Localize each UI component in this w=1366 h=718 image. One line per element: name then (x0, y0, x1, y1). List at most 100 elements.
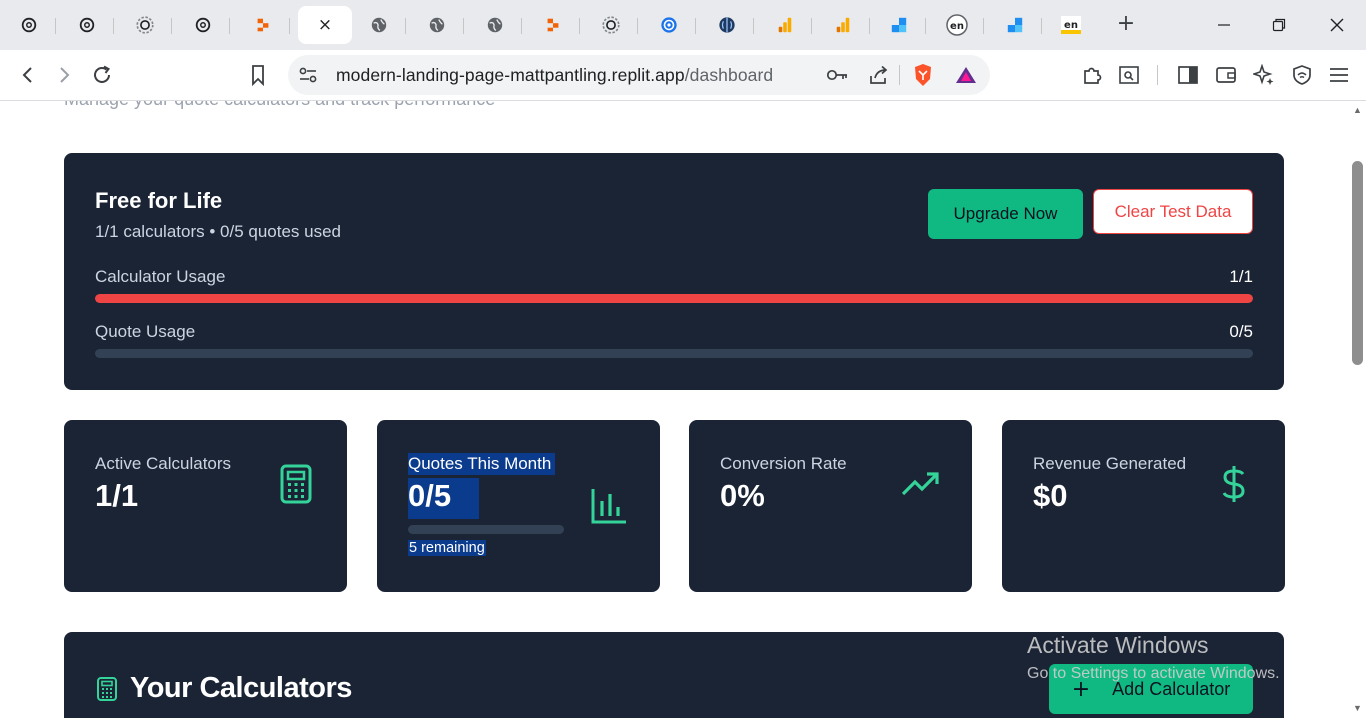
hamburger-menu-icon (1330, 68, 1348, 82)
back-arrow-icon (22, 67, 32, 83)
stat-value: 0/5 (408, 478, 480, 519)
globe-icon (487, 17, 503, 33)
browser-tab[interactable] (2, 6, 56, 44)
forward-arrow-icon (60, 67, 70, 83)
key-icon[interactable] (826, 66, 850, 84)
browser-tab-active[interactable]: × (298, 6, 352, 44)
quote-usage-value: 0/5 (1229, 322, 1253, 341)
globe-icon (371, 17, 387, 33)
openai-loading-icon (602, 16, 620, 34)
stat-label: Revenue Generated (1033, 454, 1187, 473)
svg-text:en: en (950, 21, 964, 32)
stat-card-revenue-generated: Revenue Generated $0 (1002, 420, 1285, 592)
browser-tab[interactable] (584, 6, 638, 44)
scrollbar-thumb[interactable] (1352, 161, 1363, 365)
scroll-up-arrow[interactable]: ▲ (1353, 105, 1362, 115)
plus-icon: + (1071, 676, 1091, 702)
sidebar-button[interactable] (1175, 62, 1201, 88)
blue-swirl-icon (661, 17, 677, 33)
browser-tab-strip: × en en + (0, 0, 1366, 50)
replit-icon (547, 18, 559, 32)
stat-label: Active Calculators (95, 454, 232, 473)
stat-label: Conversion Rate (720, 454, 847, 473)
bar-chart-icon (591, 489, 626, 524)
browser-tab[interactable] (758, 6, 812, 44)
back-button[interactable] (15, 62, 41, 88)
globe-icon (429, 17, 445, 33)
url-host: modern-landing-page-mattpantling.replit.… (336, 65, 685, 85)
browser-tab[interactable] (176, 6, 230, 44)
restore-icon (1272, 18, 1286, 32)
reload-icon (94, 65, 110, 83)
close-window-button[interactable] (1319, 10, 1355, 40)
analytics-icon (778, 17, 792, 33)
stat-value: 1/1 (95, 478, 139, 513)
add-calculator-button[interactable]: + Add Calculator (1049, 664, 1253, 714)
brave-shields-icon[interactable] (912, 63, 934, 87)
browser-tab[interactable] (468, 6, 522, 44)
stat-card-active-calculators: Active Calculators 1/1 (64, 420, 347, 592)
browser-tab[interactable] (816, 6, 870, 44)
reading-list-button[interactable] (1116, 62, 1142, 88)
puzzle-icon (1084, 67, 1102, 84)
sidebar-icon (1178, 66, 1198, 84)
menu-button[interactable] (1326, 62, 1352, 88)
replit-icon (257, 18, 269, 32)
quote-usage-bar (95, 349, 1253, 358)
add-calculator-label: Add Calculator (1112, 678, 1231, 699)
minimize-icon (1218, 24, 1230, 26)
clear-test-data-button[interactable]: Clear Test Data (1093, 189, 1253, 234)
page-subtitle: Manage your quote calculators and track … (64, 101, 495, 110)
svg-text:en: en (1064, 20, 1078, 31)
en-icon: en (946, 14, 968, 36)
vpn-button[interactable] (1289, 62, 1315, 88)
restore-button[interactable] (1261, 10, 1297, 40)
browser-tab[interactable] (236, 6, 290, 44)
browser-tab[interactable] (410, 6, 464, 44)
browser-tab[interactable] (988, 6, 1042, 44)
section-title: Your Calculators (130, 672, 352, 704)
site-settings-icon[interactable] (298, 66, 318, 84)
calculators-section: Your Calculators + Add Calculator (64, 632, 1284, 718)
quotes-progress-bar (408, 525, 564, 534)
bookmark-button[interactable] (245, 62, 271, 88)
brave-rewards-icon[interactable] (954, 65, 978, 85)
openai-icon (21, 17, 37, 33)
pixel-icon (891, 17, 907, 33)
browser-tab[interactable] (352, 6, 406, 44)
openai-icon (79, 17, 95, 33)
close-icon[interactable]: × (318, 16, 332, 34)
browser-tab[interactable]: en (1044, 6, 1098, 44)
dashboard-page: Manage your quote calculators and track … (0, 101, 1350, 718)
calculator-icon (97, 677, 117, 701)
leo-ai-button[interactable] (1251, 62, 1277, 88)
upgrade-now-button[interactable]: Upgrade Now (928, 189, 1083, 239)
browser-tab[interactable]: en (930, 6, 984, 44)
address-bar[interactable]: modern-landing-page-mattpantling.replit.… (288, 55, 990, 95)
plan-summary: 1/1 calculators • 0/5 quotes used (95, 222, 341, 241)
quote-usage-label: Quote Usage (95, 322, 196, 341)
browser-tab[interactable] (872, 6, 926, 44)
reader-icon (1119, 66, 1139, 84)
reload-button[interactable] (89, 62, 115, 88)
url-text[interactable]: modern-landing-page-mattpantling.replit.… (336, 65, 773, 86)
browser-tab[interactable] (60, 6, 114, 44)
scroll-down-arrow[interactable]: ▼ (1353, 703, 1362, 713)
page-scrollbar[interactable]: ▲ ▼ (1350, 101, 1366, 718)
browser-tab[interactable] (700, 6, 754, 44)
extensions-button[interactable] (1079, 62, 1105, 88)
plan-title: Free for Life (95, 188, 223, 213)
wallet-button[interactable] (1213, 62, 1239, 88)
forward-button[interactable] (51, 62, 77, 88)
browser-toolbar: modern-landing-page-mattpantling.replit.… (0, 50, 1366, 101)
minimize-button[interactable] (1206, 10, 1242, 40)
browser-tab[interactable] (526, 6, 580, 44)
share-icon[interactable] (868, 65, 890, 85)
browser-tab[interactable] (642, 6, 696, 44)
calculator-usage-value: 1/1 (1229, 267, 1253, 286)
browser-tab[interactable] (118, 6, 172, 44)
analytics-icon (836, 17, 850, 33)
new-tab-button[interactable]: + (1112, 12, 1140, 38)
trending-up-icon (901, 472, 939, 496)
shield-icon (1293, 65, 1311, 85)
